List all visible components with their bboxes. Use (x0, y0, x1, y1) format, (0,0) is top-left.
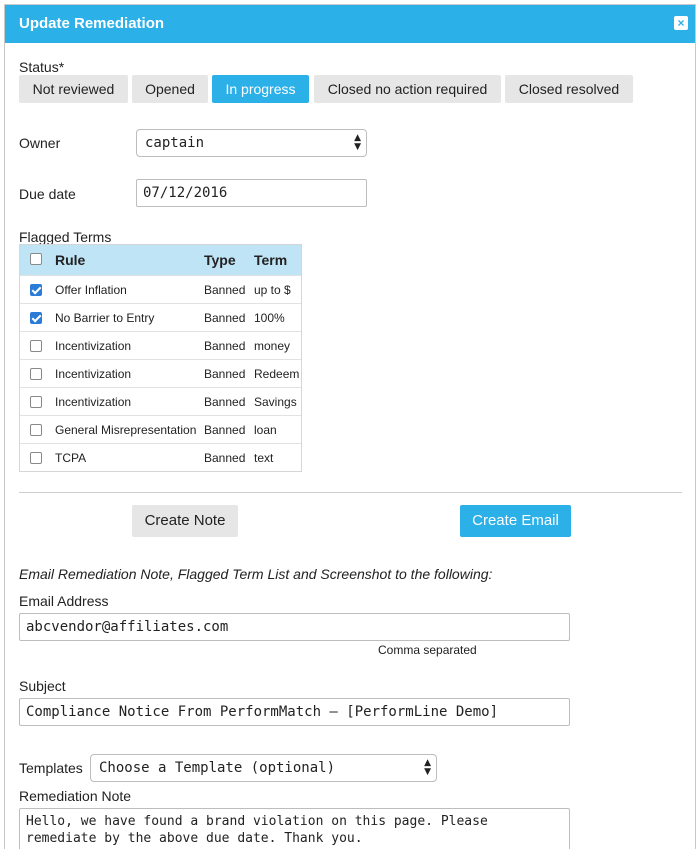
table-row: TCPA Banned text (20, 443, 301, 471)
status-not-reviewed-button[interactable]: Not reviewed (19, 75, 128, 103)
type-cell: Banned (204, 423, 246, 437)
section-divider (19, 492, 682, 493)
status-label: Status* (19, 59, 65, 75)
rule-cell: Offer Inflation (55, 283, 127, 297)
table-row: Incentivization Banned Redeem (20, 359, 301, 387)
term-cell: text (254, 451, 274, 465)
templates-value: Choose a Template (optional) (99, 760, 336, 776)
close-icon[interactable]: × (674, 16, 688, 30)
email-address-input[interactable]: abcvendor@affiliates.com (19, 613, 570, 641)
type-cell: Banned (204, 395, 246, 409)
type-cell: Banned (204, 451, 246, 465)
create-email-button[interactable]: Create Email (460, 505, 571, 537)
rule-cell: Incentivization (55, 367, 132, 381)
select-arrows-icon: ▲ ▼ (354, 133, 361, 152)
owner-value: captain (145, 135, 205, 151)
term-cell: loan (254, 423, 277, 437)
status-closed-no-action-button[interactable]: Closed no action required (314, 75, 501, 103)
email-address-label: Email Address (19, 593, 109, 609)
table-row: Incentivization Banned money (20, 331, 301, 359)
remediation-note-label: Remediation Note (19, 788, 132, 804)
type-cell: Banned (204, 367, 246, 381)
owner-select[interactable]: captain ▲ ▼ (136, 129, 367, 157)
table-row: No Barrier to Entry Banned 100% (20, 303, 301, 331)
remediation-note-textarea[interactable]: Hello, we have found a brand violation o… (19, 808, 570, 849)
due-date-input[interactable]: 07/12/2016 (136, 179, 367, 207)
select-all-checkbox[interactable] (30, 253, 42, 265)
dialog-title: Update Remediation (19, 15, 165, 32)
term-cell: money (254, 339, 291, 353)
rule-cell: No Barrier to Entry (55, 311, 155, 325)
row-checkbox[interactable] (30, 340, 42, 352)
flagged-terms-table: Rule Type Term Offer Inflation Banned up… (19, 244, 302, 472)
column-header-term: Term (254, 252, 288, 268)
table-row: Offer Inflation Banned up to $ (20, 275, 301, 303)
status-closed-resolved-button[interactable]: Closed resolved (505, 75, 633, 103)
email-address-hint: Comma separated (378, 643, 477, 657)
table-row: General Misrepresentation Banned loan (20, 415, 301, 443)
rule-cell: General Misrepresentation (55, 423, 197, 437)
subject-label: Subject (19, 678, 66, 694)
row-checkbox[interactable] (30, 424, 42, 436)
dialog-titlebar: Update Remediation × (5, 5, 695, 43)
status-in-progress-button[interactable]: In progress (212, 75, 309, 103)
row-checkbox[interactable] (30, 312, 42, 324)
type-cell: Banned (204, 339, 246, 353)
column-header-type: Type (204, 252, 236, 268)
templates-label: Templates (19, 760, 83, 776)
update-remediation-dialog: Update Remediation × Status* Not reviewe… (4, 4, 696, 849)
row-checkbox[interactable] (30, 284, 42, 296)
create-note-button[interactable]: Create Note (132, 505, 238, 537)
subject-input[interactable]: Compliance Notice From PerformMatch – [P… (19, 698, 570, 726)
term-cell: up to $ (254, 283, 291, 297)
term-cell: 100% (254, 311, 285, 325)
table-row: Incentivization Banned Savings (20, 387, 301, 415)
term-cell: Savings (254, 395, 297, 409)
type-cell: Banned (204, 311, 246, 325)
due-date-label: Due date (19, 186, 76, 202)
flagged-terms-label: Flagged Terms (19, 229, 112, 245)
status-opened-button[interactable]: Opened (132, 75, 208, 103)
email-intro-text: Email Remediation Note, Flagged Term Lis… (19, 566, 493, 582)
column-header-rule: Rule (55, 252, 86, 268)
row-checkbox[interactable] (30, 368, 42, 380)
rule-cell: TCPA (55, 451, 87, 465)
term-cell: Redeem (254, 367, 300, 381)
templates-select[interactable]: Choose a Template (optional) ▲ ▼ (90, 754, 437, 782)
owner-label: Owner (19, 135, 61, 151)
rule-cell: Incentivization (55, 339, 132, 353)
type-cell: Banned (204, 283, 246, 297)
row-checkbox[interactable] (30, 452, 42, 464)
select-arrows-icon: ▲ ▼ (424, 758, 431, 777)
rule-cell: Incentivization (55, 395, 132, 409)
row-checkbox[interactable] (30, 396, 42, 408)
table-header-row: Rule Type Term (20, 245, 301, 275)
